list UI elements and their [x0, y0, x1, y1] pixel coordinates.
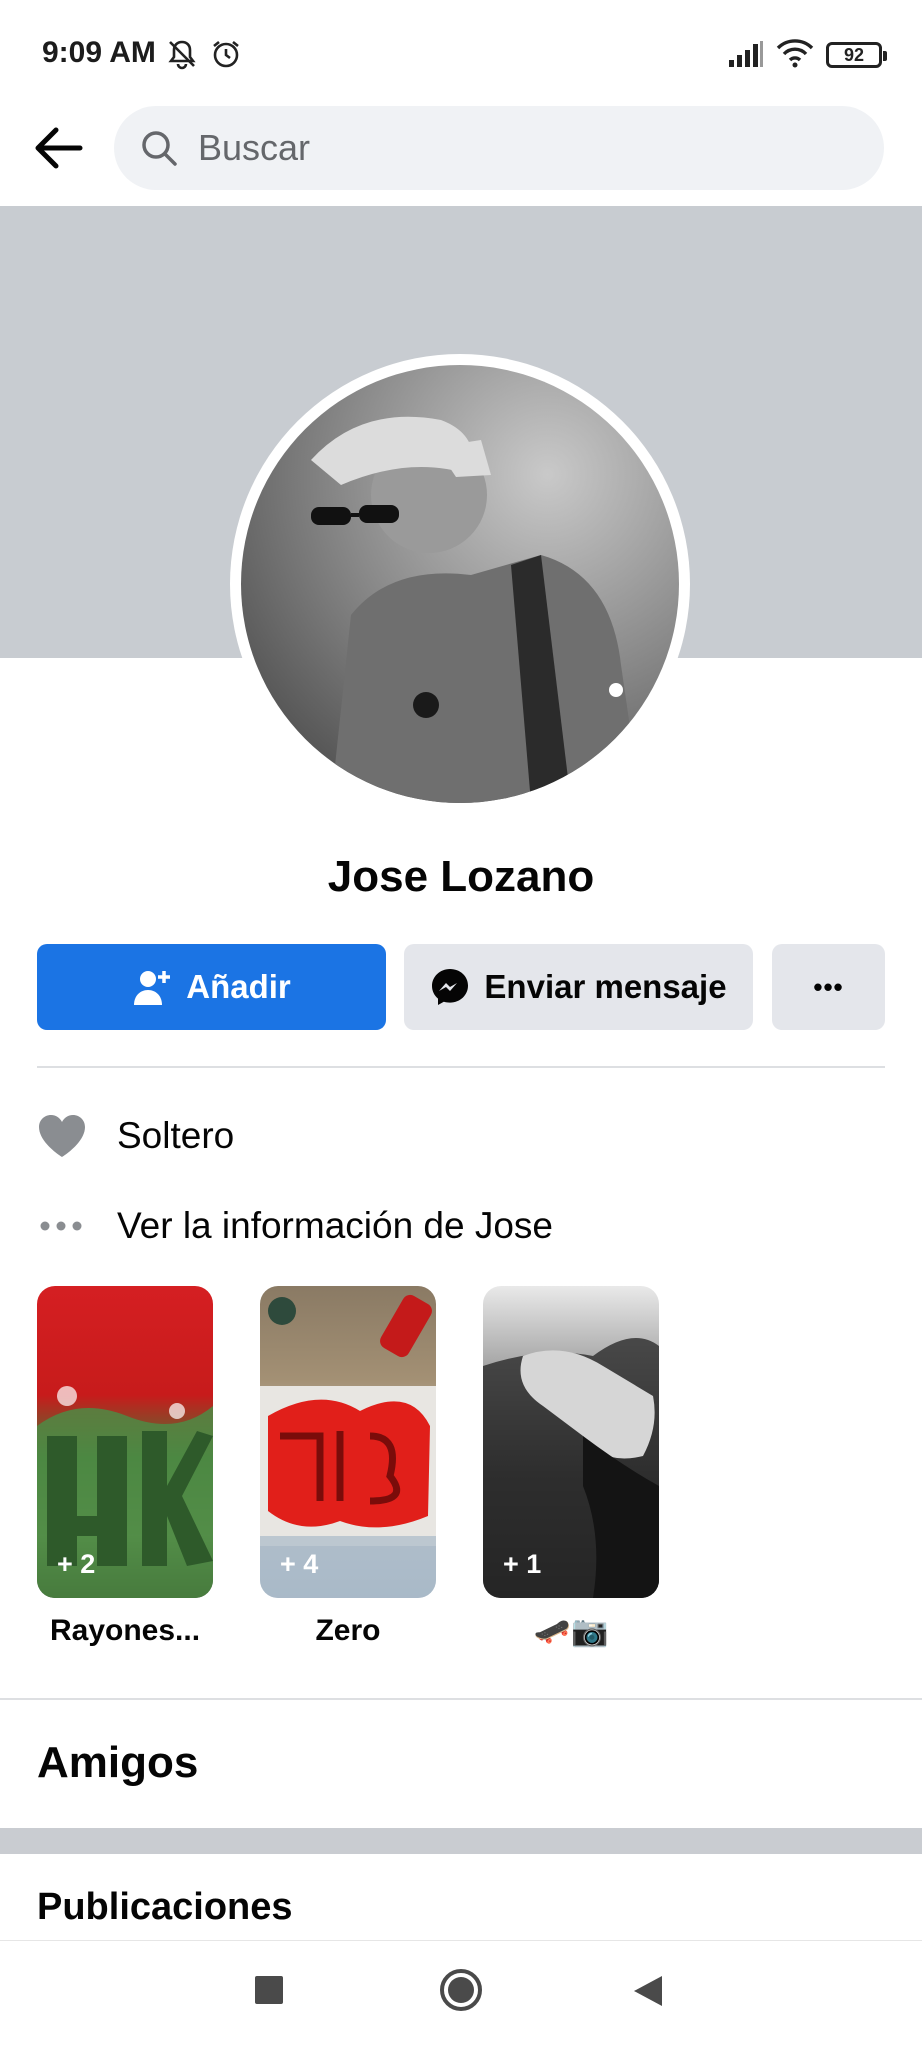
divider — [37, 1066, 885, 1068]
relationship-row: Soltero — [37, 1106, 234, 1166]
add-friend-label: Añadir — [186, 968, 291, 1005]
highlight-count: + 2 — [57, 1549, 96, 1579]
highlight-title: 🛹📷 — [533, 1615, 609, 1648]
section-separator — [0, 1828, 922, 1854]
add-friend-button[interactable]: Añadir — [37, 944, 386, 1030]
highlight-count: + 4 — [280, 1549, 319, 1579]
back-arrow-icon — [35, 127, 83, 169]
status-time: 9:09 AM — [42, 36, 156, 69]
highlight-item[interactable]: + 2 Rayones... — [37, 1286, 213, 1648]
highlight-item[interactable]: + 1 🛹📷 — [483, 1286, 659, 1649]
triangle-back-icon — [634, 1976, 662, 2006]
alarm-icon — [210, 38, 242, 75]
home-button[interactable] — [438, 1967, 484, 2018]
highlight-count: + 1 — [503, 1549, 542, 1579]
profile-photo-illustration — [311, 416, 641, 803]
relationship-status: Soltero — [117, 1115, 235, 1156]
highlight-cover[interactable]: + 1 — [483, 1286, 659, 1598]
more-options-label: ••• — [813, 971, 844, 1002]
section-divider — [0, 1698, 922, 1700]
highlight-title: Rayones... — [49, 1614, 201, 1647]
send-message-button[interactable]: Enviar mensaje — [404, 944, 753, 1030]
status-bar: 9:09 AM 92 — [0, 0, 922, 100]
home-circle-icon — [440, 1969, 482, 2011]
highlight-title: Zero — [315, 1614, 381, 1647]
highlight-cover[interactable]: + 2 — [37, 1286, 213, 1598]
search-bar[interactable] — [114, 106, 884, 190]
wifi-icon — [776, 38, 814, 73]
profile-picture-frame[interactable] — [230, 354, 690, 814]
see-info-link[interactable]: Ver la información de Jose — [117, 1205, 553, 1247]
more-dots-icon — [40, 1221, 82, 1231]
friends-section-title[interactable]: Amigos — [37, 1738, 198, 1788]
see-info-row[interactable]: Ver la información de Jose — [37, 1196, 553, 1256]
muted-bell-icon — [166, 38, 198, 75]
messenger-icon — [432, 969, 469, 1005]
search-input[interactable] — [198, 127, 818, 169]
more-options-button[interactable]: ••• — [772, 944, 885, 1030]
back-button[interactable] — [28, 118, 88, 178]
search-icon — [142, 131, 177, 166]
heart-icon — [39, 1115, 85, 1157]
profile-picture[interactable] — [241, 365, 679, 803]
highlight-cover[interactable]: + 4 — [260, 1286, 436, 1598]
system-nav-bar — [0, 1940, 922, 2048]
square-icon — [255, 1976, 283, 2004]
battery-indicator: 92 — [826, 42, 887, 68]
add-friend-icon — [134, 971, 171, 1005]
posts-section-title[interactable]: Publicaciones — [37, 1886, 293, 1929]
signal-icon — [728, 40, 764, 73]
highlight-item[interactable]: + 4 Zero — [260, 1286, 436, 1648]
system-back-button[interactable] — [632, 1974, 664, 2013]
profile-name: Jose Lozano — [327, 852, 595, 901]
recent-apps-button[interactable] — [254, 1975, 284, 2010]
send-message-label: Enviar mensaje — [484, 968, 727, 1005]
